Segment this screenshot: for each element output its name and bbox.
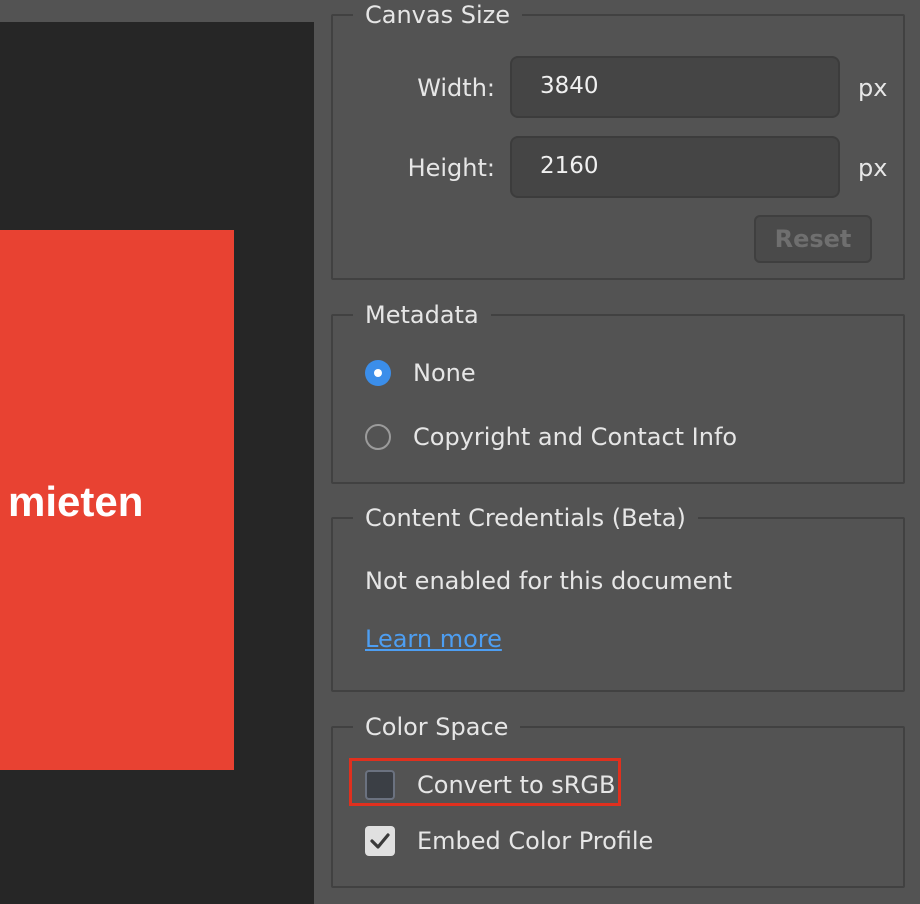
radio-selected-icon[interactable] xyxy=(365,360,391,386)
height-input[interactable]: 2160 xyxy=(510,136,840,198)
height-label: Height: xyxy=(407,154,495,182)
color-space-legend: Color Space xyxy=(353,712,521,742)
width-label: Width: xyxy=(417,74,495,102)
color-space-group: Color Space Convert to sRGB Embed Color … xyxy=(331,712,905,888)
canvas-size-legend: Canvas Size xyxy=(353,0,522,30)
width-input[interactable]: 3840 xyxy=(510,56,840,118)
checkbox-checked-icon[interactable] xyxy=(365,826,395,856)
metadata-group: Metadata None Copyright and Contact Info xyxy=(331,300,905,484)
credentials-status: Not enabled for this document xyxy=(365,567,733,595)
content-credentials-legend: Content Credentials (Beta) xyxy=(353,503,698,533)
convert-srgb-highlight xyxy=(349,758,621,806)
width-unit: px xyxy=(858,74,888,102)
preview-top-bar xyxy=(0,0,314,22)
learn-more-link[interactable]: Learn more xyxy=(365,625,502,653)
image-preview: mieten xyxy=(0,0,314,904)
content-credentials-group: Content Credentials (Beta) Not enabled f… xyxy=(331,503,905,692)
metadata-legend: Metadata xyxy=(353,300,491,330)
height-unit: px xyxy=(858,154,888,182)
embed-profile-label: Embed Color Profile xyxy=(417,827,654,855)
metadata-option-label: Copyright and Contact Info xyxy=(413,423,738,451)
radio-unselected-icon[interactable] xyxy=(365,424,391,450)
preview-text: mieten xyxy=(8,478,144,525)
reset-button[interactable]: Reset xyxy=(754,215,872,263)
metadata-option-label: None xyxy=(413,359,476,387)
canvas-size-group: Canvas Size Width: 3840 px Height: 2160 … xyxy=(331,0,905,280)
